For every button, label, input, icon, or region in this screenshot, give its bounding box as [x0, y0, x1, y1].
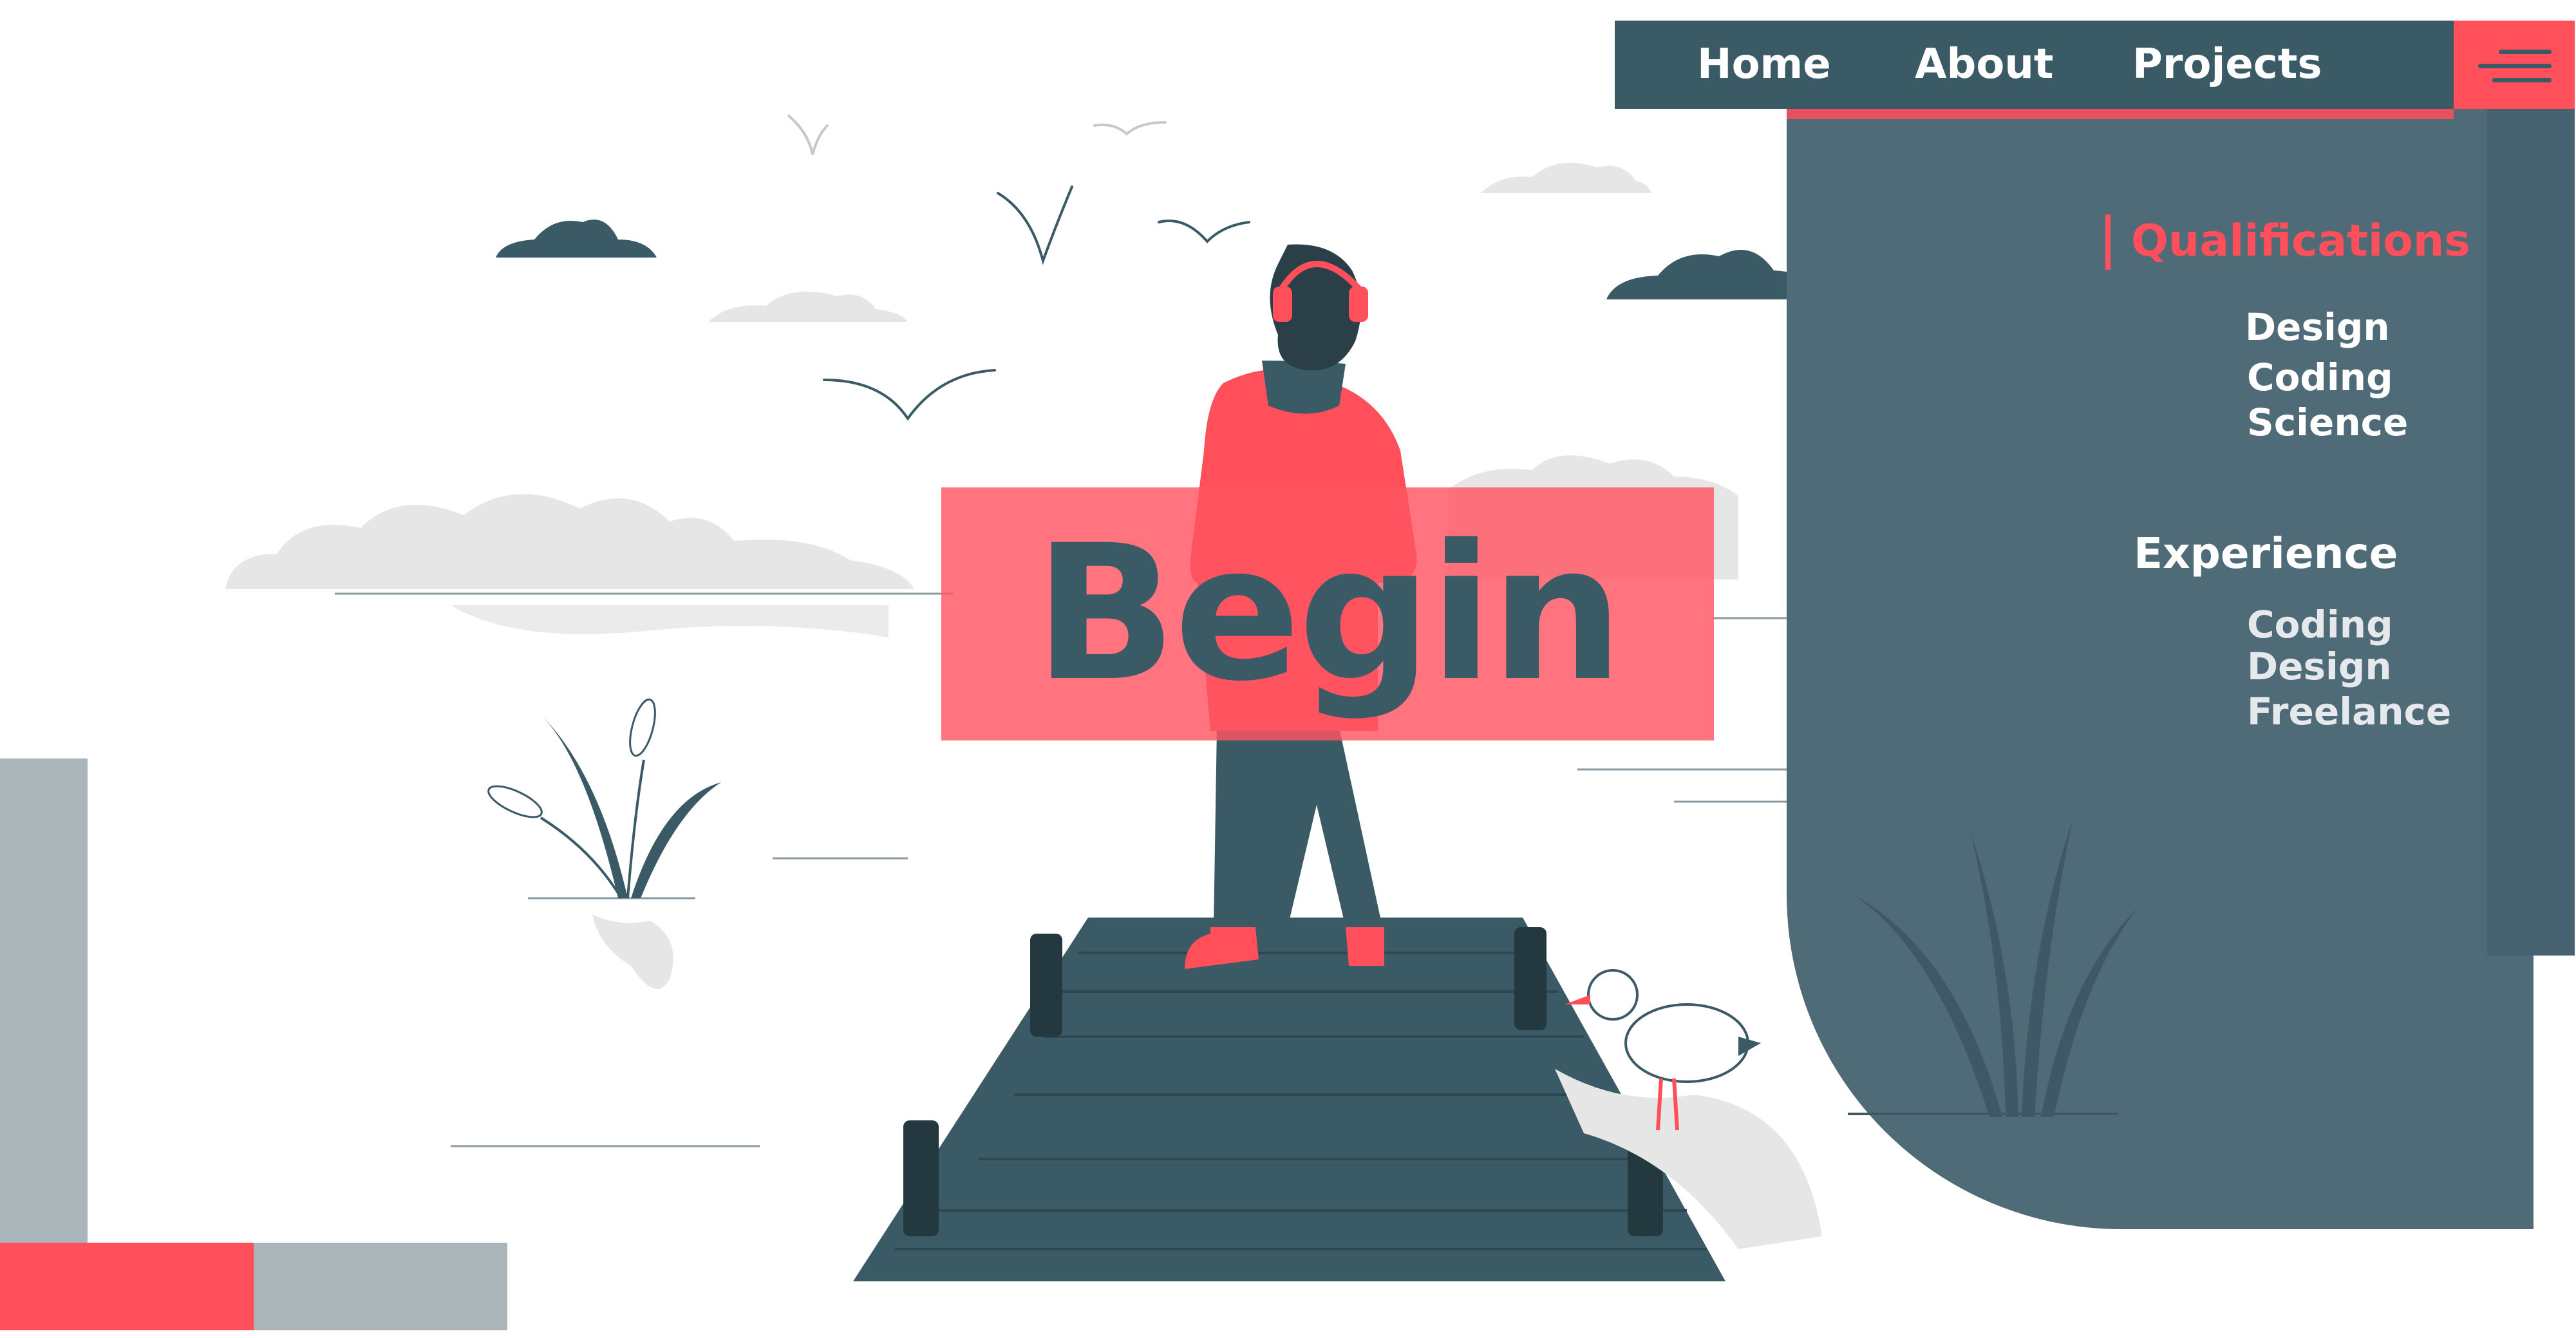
experience-item-design[interactable]: Design	[2247, 644, 2392, 689]
panel-reeds-icon	[1854, 818, 2138, 1117]
bottom-grey-block	[254, 1243, 507, 1330]
qualification-item-design[interactable]: Design	[2245, 305, 2390, 350]
hero-title: Begin	[1034, 505, 1623, 722]
left-grey-block	[0, 759, 88, 1243]
top-navbar: Home About Projects	[1615, 21, 2454, 109]
experience-item-coding[interactable]: Coding	[2247, 602, 2393, 647]
qualification-item-coding[interactable]: Coding	[2247, 355, 2393, 400]
qualifications-heading[interactable]: Qualifications	[2131, 212, 2470, 270]
nav-underline	[1787, 109, 2454, 119]
experience-heading[interactable]: Experience	[2134, 525, 2398, 583]
qualifications-accent-bar	[2105, 214, 2111, 270]
experience-item-freelance[interactable]: Freelance	[2247, 689, 2451, 734]
hamburger-menu-button[interactable]	[2454, 21, 2575, 109]
nav-home-link[interactable]: Home	[1697, 39, 1831, 90]
qualification-item-science[interactable]: Science	[2247, 400, 2408, 445]
bottom-red-block	[0, 1243, 254, 1330]
nav-projects-link[interactable]: Projects	[2132, 39, 2322, 90]
nav-about-link[interactable]: About	[1915, 39, 2053, 90]
